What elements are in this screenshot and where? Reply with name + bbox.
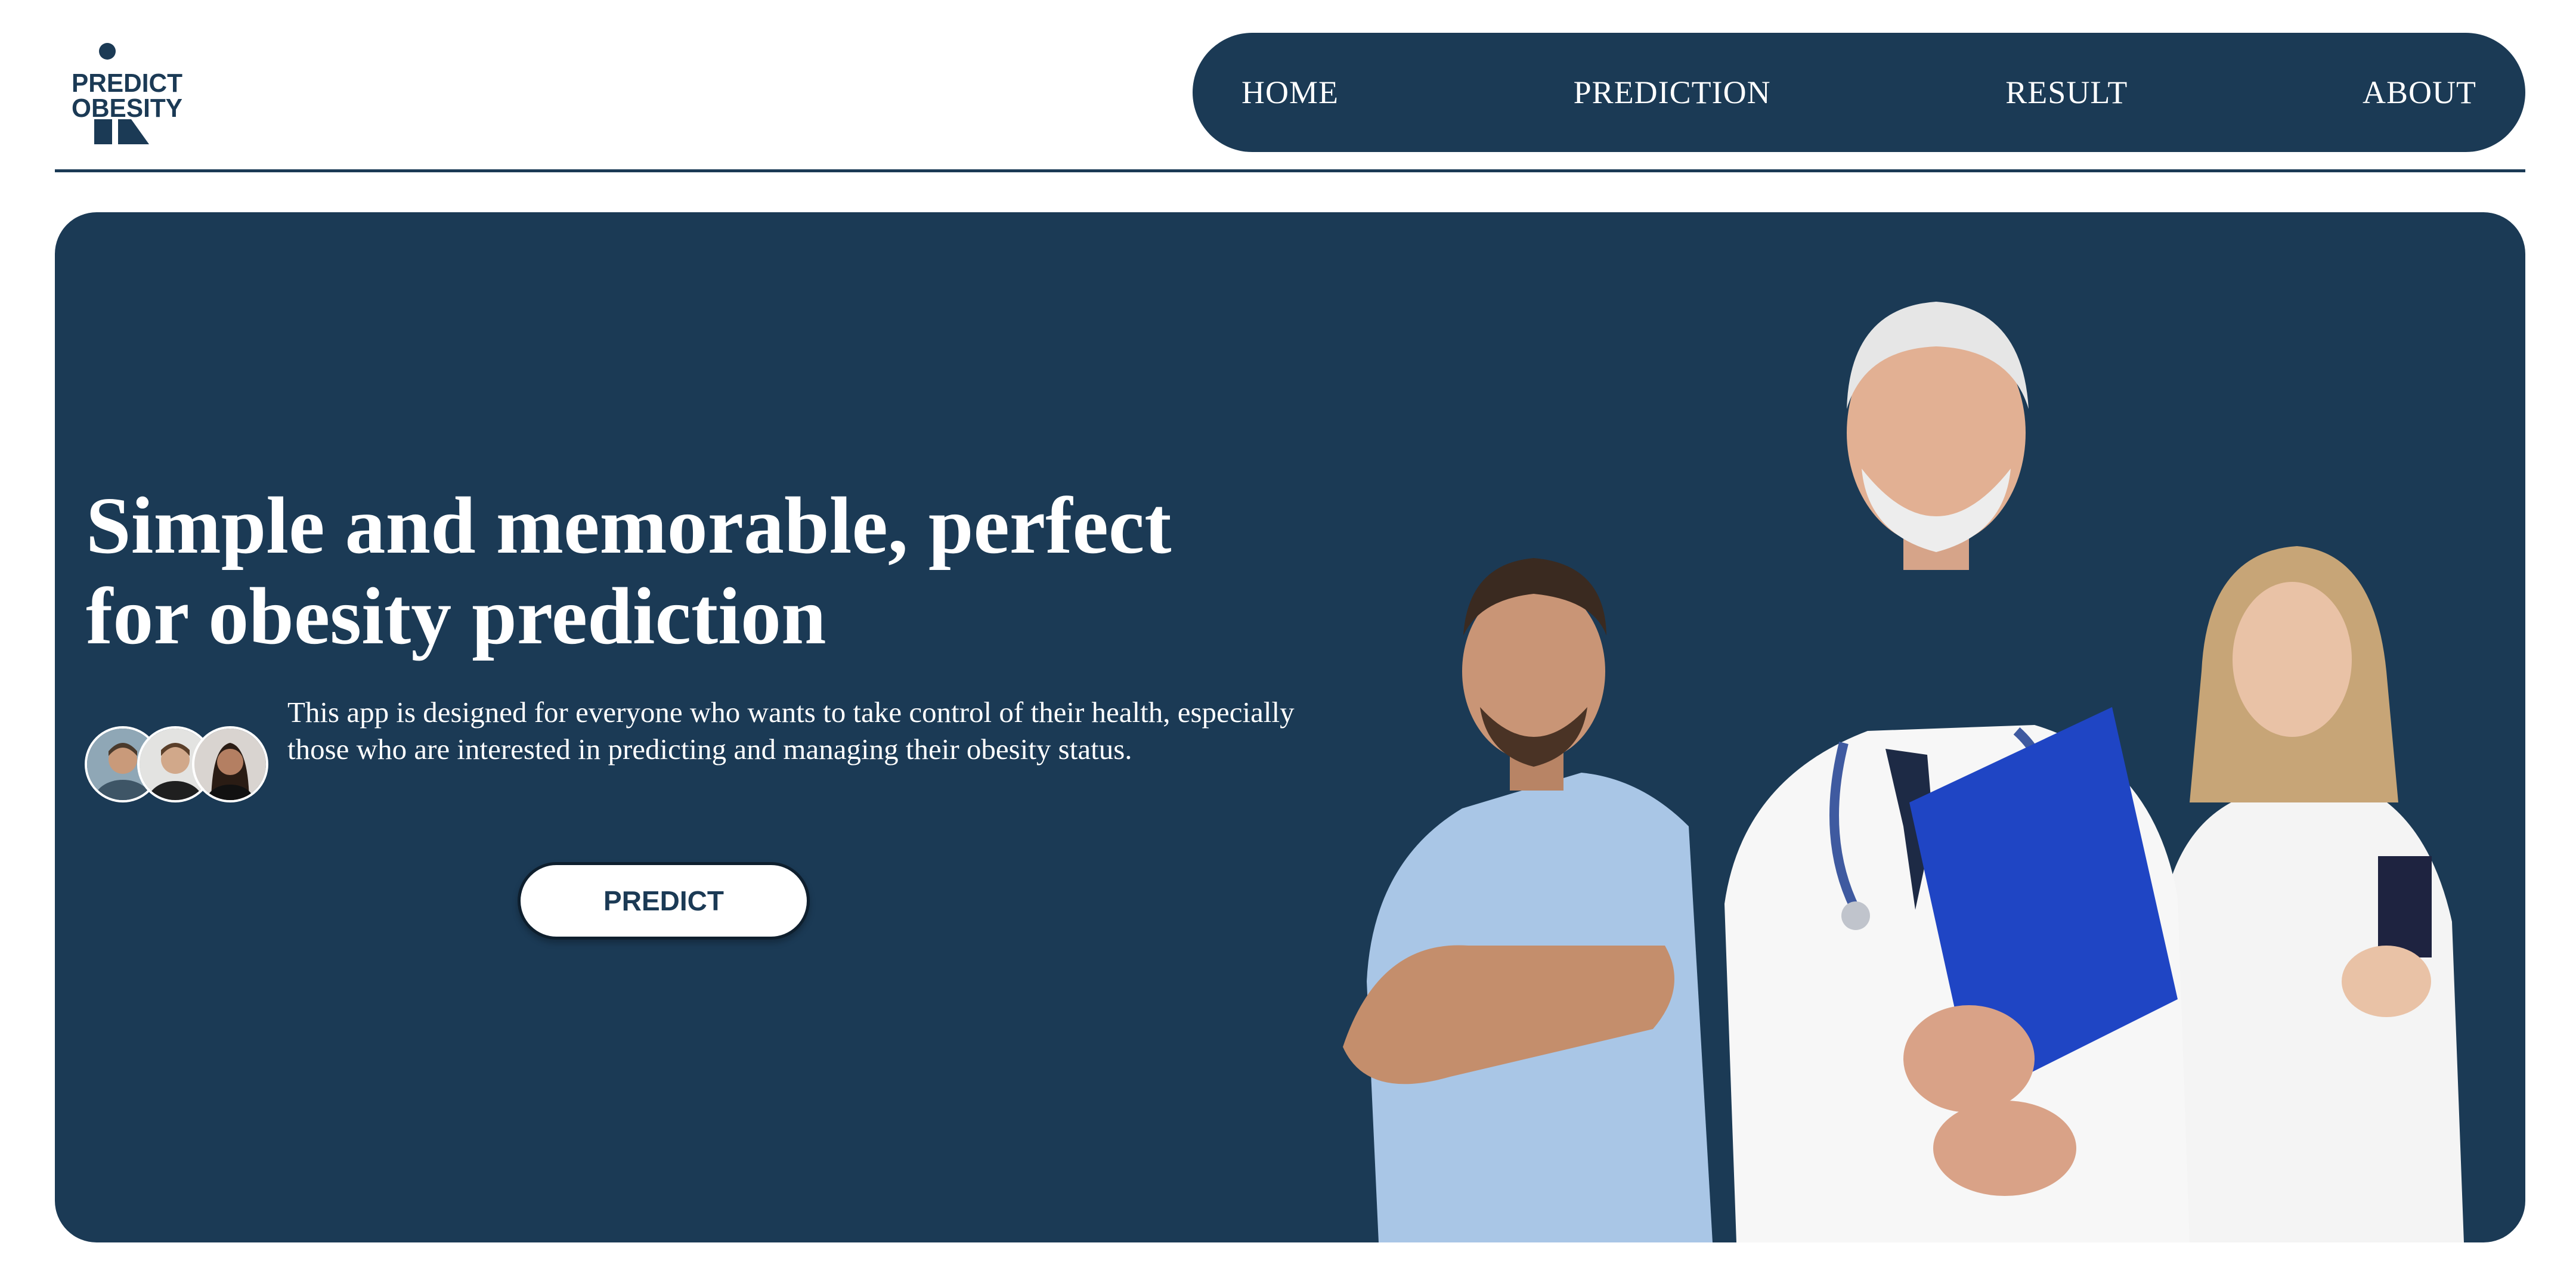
hero-title: Simple and memorable, perfect for obesit…: [86, 481, 1278, 662]
hero-description: This app is designed for everyone who wa…: [287, 696, 1295, 766]
nav-home[interactable]: HOME: [1241, 74, 1339, 111]
nav-result[interactable]: RESULT: [2005, 74, 2128, 111]
nav-prediction[interactable]: PREDICTION: [1574, 74, 1771, 111]
logo-line2: OBESITY: [72, 94, 182, 123]
nav-about[interactable]: ABOUT: [2363, 74, 2476, 111]
predict-button[interactable]: PREDICT: [518, 862, 810, 940]
logo-icon: PREDICT OBESITY: [72, 43, 182, 144]
user-avatars: [85, 726, 270, 805]
user-avatar-icon: [194, 729, 266, 800]
avatar: [192, 726, 268, 802]
female-doctor-figure: [2160, 546, 2464, 1242]
page: PREDICT OBESITY HOME PREDICTION RESULT A…: [0, 0, 2576, 1283]
senior-doctor-figure: [1724, 302, 2190, 1242]
medical-team-image: [1331, 254, 2524, 1242]
nurse-figure: [1343, 558, 1713, 1242]
header-divider: [55, 169, 2525, 172]
medical-team-illustration: [1343, 302, 2464, 1242]
main-nav: HOME PREDICTION RESULT ABOUT: [1193, 33, 2525, 152]
brand-logo[interactable]: PREDICT OBESITY: [70, 43, 184, 144]
hero-title-line2: for obesity prediction: [86, 572, 826, 661]
hero-section: Simple and memorable, perfect for obesit…: [55, 212, 2525, 1242]
hero-title-line1: Simple and memorable, perfect: [86, 481, 1172, 571]
